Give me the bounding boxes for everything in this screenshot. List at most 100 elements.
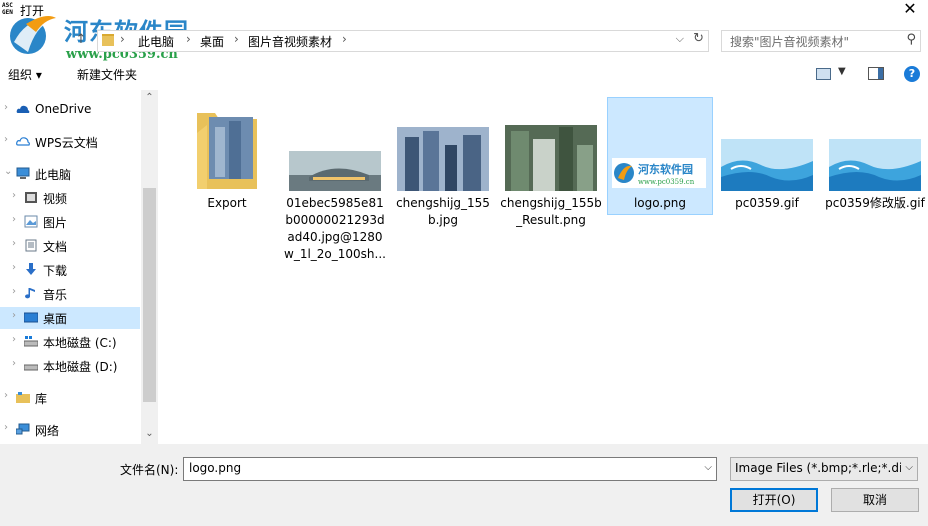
library-icon <box>16 392 30 403</box>
chevron-right-icon[interactable]: › <box>4 422 8 433</box>
pictures-folder-icon <box>24 215 38 228</box>
breadcrumb-media-folder[interactable]: 图片音视频素材 <box>248 33 332 50</box>
sidebar-item-music[interactable]: › 音乐 <box>0 283 140 305</box>
sidebar-item-documents[interactable]: › 文档 <box>0 235 140 257</box>
file-name: chengshijg_155b_Result.png <box>500 196 602 227</box>
open-button[interactable]: 打开(O) <box>730 488 818 512</box>
chevron-right-icon[interactable]: › <box>12 262 16 273</box>
sidebar-scrollbar[interactable]: ⌃ ⌄ <box>141 90 158 444</box>
sidebar-item-library[interactable]: › 库 <box>0 387 140 409</box>
scrollbar-thumb[interactable] <box>143 188 156 402</box>
svg-text:www.pc0359.cn: www.pc0359.cn <box>638 178 695 186</box>
watermark-logo <box>10 16 56 54</box>
scroll-up-icon[interactable]: ⌃ <box>141 92 158 103</box>
search-placeholder: 搜索"图片音视频素材" <box>730 35 850 49</box>
filename-field[interactable]: logo.png ⌵ <box>183 457 717 481</box>
scroll-down-icon[interactable]: ⌄ <box>141 428 158 439</box>
address-bar[interactable]: › 此电脑 › 桌面 › 图片音视频素材 › ⌵ ↻ <box>97 30 709 52</box>
chevron-right-icon[interactable]: › <box>186 32 191 46</box>
sidebar-item-label: 文档 <box>43 240 68 254</box>
refresh-icon[interactable]: ↻ <box>693 31 704 46</box>
sidebar-item-drive-d[interactable]: › 本地磁盘 (D:) <box>0 355 140 377</box>
chevron-right-icon: › <box>120 32 125 46</box>
breadcrumb-this-pc[interactable]: 此电脑 <box>138 33 174 50</box>
file-item-chengshijg-result[interactable]: chengshijg_155b_Result.png <box>499 97 603 227</box>
search-input[interactable]: 搜索"图片音视频素材" ⚲ <box>721 30 921 52</box>
breadcrumb-desktop[interactable]: 桌面 <box>200 33 224 50</box>
sidebar-item-label: 图片 <box>43 216 68 230</box>
filename-value: logo.png <box>189 461 242 475</box>
folder-icon <box>102 34 114 46</box>
drive-icon <box>24 364 38 371</box>
sidebar-item-label: 库 <box>35 392 48 406</box>
sidebar-item-downloads[interactable]: › 下载 <box>0 259 140 281</box>
chevron-right-icon[interactable]: › <box>12 334 16 345</box>
chevron-right-icon[interactable]: › <box>12 286 16 297</box>
sidebar-item-videos[interactable]: › 视频 <box>0 187 140 209</box>
preview-pane-icon[interactable] <box>868 67 884 80</box>
cloud-outline-icon <box>16 137 30 146</box>
help-icon[interactable]: ? <box>904 66 920 82</box>
organize-button[interactable]: 组织 ▾ <box>8 66 42 83</box>
chevron-right-icon[interactable]: › <box>12 238 16 249</box>
image-thumbnail <box>505 125 597 191</box>
chevron-right-icon[interactable]: › <box>12 214 16 225</box>
sidebar-item-this-pc[interactable]: ⌄ 此电脑 <box>0 163 140 185</box>
chevron-right-icon[interactable]: › <box>342 32 347 46</box>
chevron-right-icon[interactable]: › <box>12 190 16 201</box>
chevron-down-icon[interactable]: ⌵ <box>704 462 712 473</box>
sidebar-item-wps-cloud[interactable]: › WPS云文档 <box>0 131 140 153</box>
file-item-export[interactable]: Export <box>175 97 279 213</box>
file-name: pc0359.gif <box>735 196 799 210</box>
sidebar-item-label: 桌面 <box>43 312 68 326</box>
chevron-right-icon[interactable]: › <box>12 358 16 369</box>
folder-icon <box>197 113 257 189</box>
documents-folder-icon <box>25 239 37 252</box>
image-thumbnail <box>721 139 813 191</box>
download-icon <box>26 263 36 275</box>
chevron-down-icon[interactable]: ⌵ <box>676 32 684 46</box>
image-thumbnail <box>829 139 921 191</box>
file-name: logo.png <box>633 196 687 210</box>
up-arrow-icon[interactable]: ↑ <box>73 30 89 50</box>
navigation-pane: › OneDrive › WPS云文档 ⌄ 此电脑 › 视频 › 图片 › 文档… <box>0 90 158 444</box>
sidebar-item-pictures[interactable]: › 图片 <box>0 211 140 233</box>
command-bar: 组织 ▾ 新建文件夹 <box>0 62 928 86</box>
filename-label: 文件名(N): <box>120 463 179 477</box>
sidebar-item-desktop[interactable]: › 桌面 <box>0 307 140 329</box>
chevron-down-icon[interactable]: ▼ <box>838 66 846 77</box>
chevron-right-icon[interactable]: › <box>4 102 8 113</box>
sidebar-item-label: 音乐 <box>43 288 68 302</box>
chevron-right-icon[interactable]: › <box>4 390 8 401</box>
view-options-icon[interactable] <box>816 68 831 80</box>
sidebar-item-label: 下载 <box>43 264 68 278</box>
image-thumbnail <box>397 127 489 191</box>
file-name: Export <box>207 196 247 210</box>
file-name: pc0359修改版.gif <box>825 196 925 210</box>
cloud-icon <box>16 105 30 113</box>
sidebar-item-onedrive[interactable]: › OneDrive <box>0 99 140 121</box>
drive-c-icon <box>24 336 38 347</box>
chevron-right-icon[interactable]: › <box>12 310 16 321</box>
chevron-down-icon[interactable]: ⌵ <box>905 462 913 473</box>
file-name: 01ebec5985e81b00000021293dad40.jpg@1280w… <box>284 196 386 261</box>
search-icon[interactable]: ⚲ <box>906 32 916 47</box>
file-item-pc0359-gif[interactable]: pc0359.gif <box>715 97 819 213</box>
desktop-icon <box>24 312 38 323</box>
file-name: chengshijg_155b.jpg <box>396 196 490 227</box>
file-item-pc0359-modified-gif[interactable]: pc0359修改版.gif <box>823 97 927 213</box>
music-icon <box>25 288 35 299</box>
sidebar-item-drive-c[interactable]: › 本地磁盘 (C:) <box>0 331 140 353</box>
cancel-button[interactable]: 取消 <box>831 488 919 512</box>
file-item-jpg-long[interactable]: 01ebec5985e81b00000021293dad40.jpg@1280w… <box>283 97 387 267</box>
close-icon[interactable]: ✕ <box>900 0 920 18</box>
sidebar-item-network[interactable]: › 网络 <box>0 419 140 441</box>
video-folder-icon <box>25 192 37 203</box>
chevron-down-icon[interactable]: ⌄ <box>4 166 12 177</box>
chevron-right-icon[interactable]: › <box>234 32 239 46</box>
new-folder-button[interactable]: 新建文件夹 <box>77 66 137 83</box>
filetype-select[interactable]: Image Files (*.bmp;*.rle;*.dib ⌵ <box>730 457 918 481</box>
chevron-right-icon[interactable]: › <box>4 134 8 145</box>
file-item-chengshijg[interactable]: chengshijg_155b.jpg <box>391 97 495 227</box>
file-item-logo[interactable]: 河东软件园 www.pc0359.cn logo.png <box>607 97 713 215</box>
